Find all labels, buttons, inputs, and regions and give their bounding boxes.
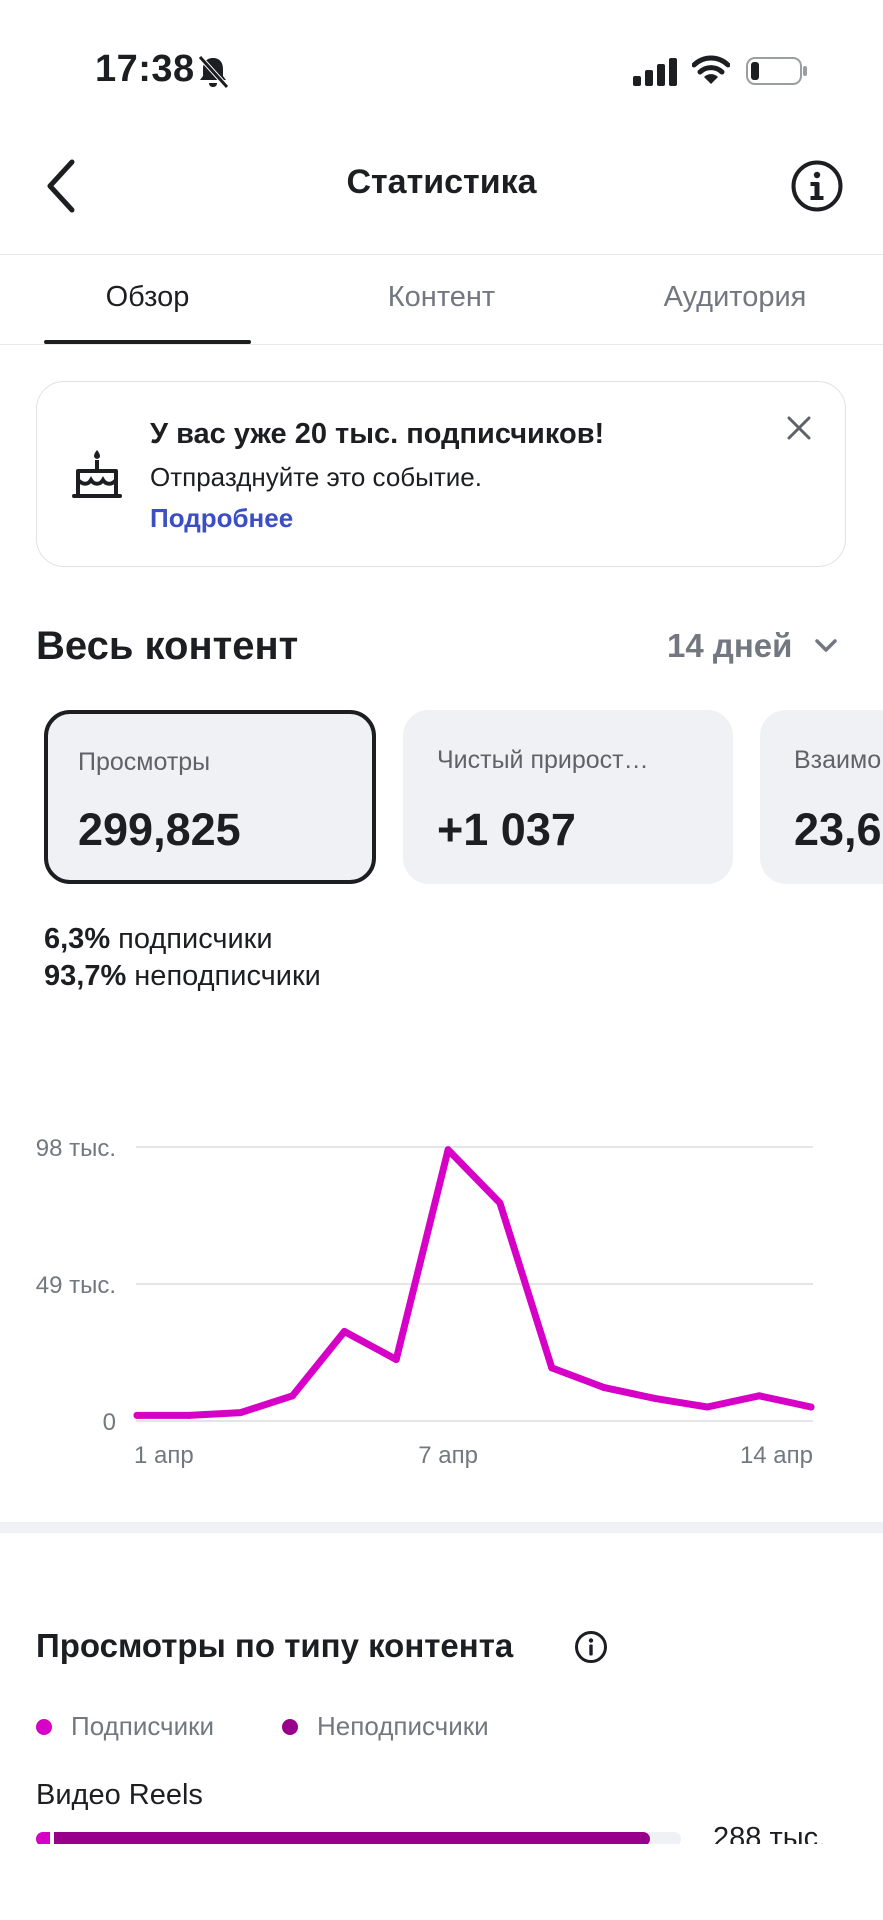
tabs-divider <box>0 344 883 345</box>
x-tick-label: 14 апр <box>740 1442 813 1469</box>
y-tick-label: 0 <box>103 1409 116 1436</box>
data-point <box>703 1403 711 1411</box>
data-point <box>755 1392 763 1400</box>
nonsubscribers-percent: 93,7% <box>44 960 127 992</box>
metric-label: Взаимо <box>794 746 882 774</box>
tab-overview[interactable]: Обзор <box>44 281 251 314</box>
close-icon <box>787 416 811 440</box>
battery-icon <box>746 57 808 90</box>
data-point <box>392 1355 400 1363</box>
header-divider <box>0 254 883 255</box>
status-time: 17:38 <box>95 48 195 90</box>
metric-card-views[interactable]: Просмотры 299,825 <box>44 710 376 884</box>
data-point <box>548 1364 556 1372</box>
data-point <box>600 1383 608 1391</box>
wifi-icon <box>691 54 731 91</box>
bell-muted-icon <box>196 54 230 95</box>
banner-learn-more-link[interactable]: Подробнее <box>150 503 293 534</box>
metric-label: Просмотры <box>78 748 211 776</box>
legend-label-subscribers: Подписчики <box>71 1711 215 1741</box>
data-point <box>133 1411 141 1419</box>
content-type-row-label: Видео Reels <box>36 1779 203 1811</box>
metric-value: 299,825 <box>78 804 241 855</box>
legend-label-nonsubscribers: Неподписчики <box>317 1711 489 1741</box>
series-line-views <box>133 1146 815 1419</box>
cake-icon <box>72 448 122 505</box>
cellular-signal-icon <box>633 58 677 91</box>
nonsubscribers-label: неподписчики <box>134 960 321 992</box>
data-point <box>237 1409 245 1417</box>
legend-dot-subscribers <box>36 1719 52 1735</box>
subscribers-percent: 6,3% <box>44 923 111 955</box>
data-point <box>340 1328 348 1336</box>
legend-dot-nonsubscribers <box>282 1719 298 1735</box>
data-point <box>496 1199 504 1207</box>
x-tick-label: 7 апр <box>418 1442 478 1469</box>
section-divider <box>0 1522 883 1533</box>
data-point <box>651 1395 659 1403</box>
section-title: Весь контент <box>36 624 299 668</box>
tab-audience[interactable]: Аудитория <box>630 281 840 314</box>
page-title: Статистика <box>346 163 537 201</box>
y-tick-label: 98 тыс. <box>36 1135 116 1162</box>
metric-value: +1 037 <box>437 804 576 855</box>
info-icon <box>791 160 843 212</box>
data-point <box>807 1403 815 1411</box>
subscribers-share: 6,3% подписчики <box>44 923 273 956</box>
chevron-down-icon[interactable] <box>813 636 839 661</box>
metric-value: 23,6 <box>794 804 882 855</box>
metric-card-net-growth[interactable]: Чистый прирост… +1 037 <box>403 710 733 884</box>
data-point <box>444 1146 452 1154</box>
tab-content[interactable]: Контент <box>340 281 543 314</box>
scroll-cutoff <box>0 1844 883 1920</box>
metric-label: Чистый прирост… <box>437 746 649 774</box>
y-tick-label: 49 тыс. <box>36 1272 116 1299</box>
period-selector[interactable]: 14 дней <box>667 627 792 665</box>
subscribers-label: подписчики <box>118 923 273 955</box>
banner-subtitle: Отпразднуйте это событие. <box>150 462 482 492</box>
close-banner-button[interactable] <box>785 414 813 447</box>
views-line-chart: 0 49 тыс. 98 тыс. 1 апр 7 апр 14 апр <box>36 1135 815 1469</box>
nonsubscribers-share: 93,7% неподписчики <box>44 960 321 993</box>
data-point <box>185 1411 193 1419</box>
data-point <box>289 1392 297 1400</box>
banner-title: У вас уже 20 тыс. подписчиков! <box>150 418 605 450</box>
x-tick-label: 1 апр <box>134 1442 194 1469</box>
info-icon[interactable] <box>574 1630 608 1669</box>
metric-card-interactions[interactable]: Взаимо 23,6 <box>760 710 883 884</box>
content-type-title: Просмотры по типу контента <box>36 1627 514 1664</box>
info-button[interactable] <box>790 159 844 218</box>
